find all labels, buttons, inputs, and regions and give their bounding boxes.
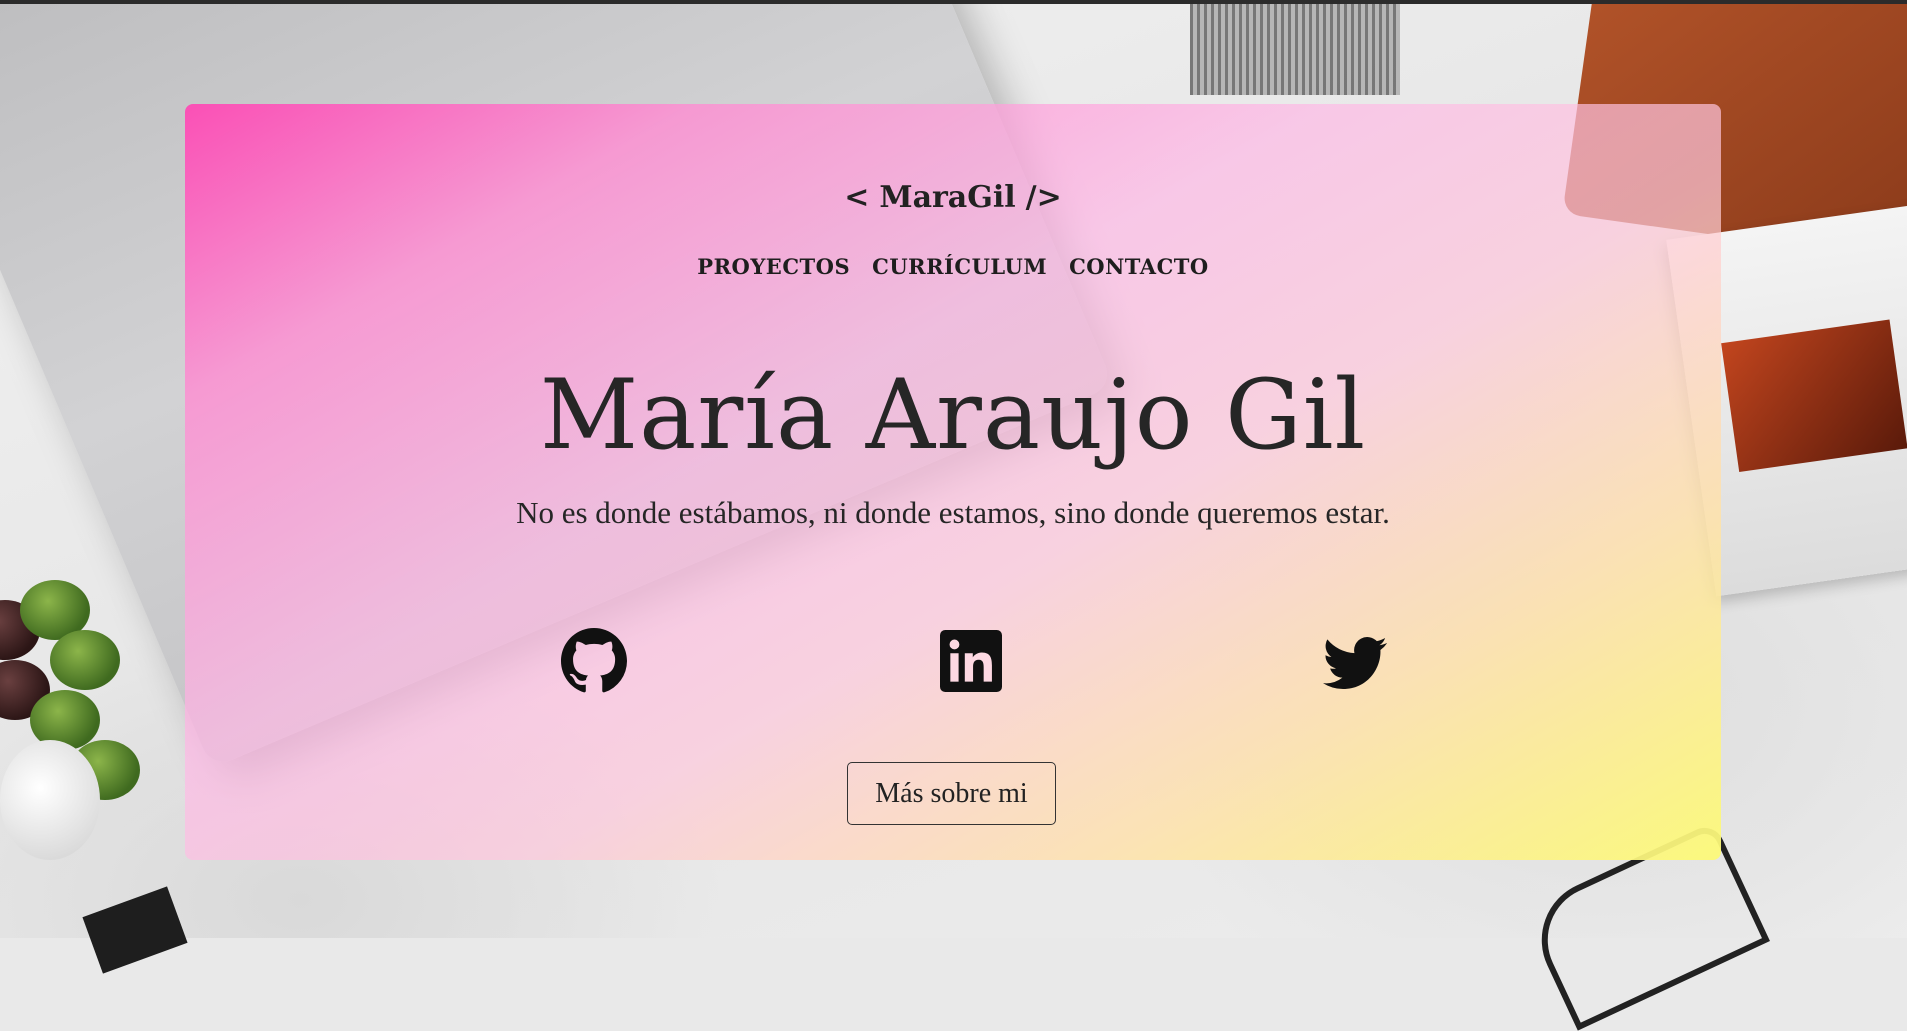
linkedin-icon[interactable] [940,630,1002,692]
nav-item-proyectos[interactable]: PROYECTOS [697,254,850,279]
logo-open-tag: < [844,179,870,215]
browser-top-edge [0,0,1907,4]
nav-item-curriculum[interactable]: CURRÍCULUM [872,254,1047,279]
page-title: María Araujo Gil [539,359,1367,471]
nav-item-contacto[interactable]: CONTACTO [1069,254,1209,279]
main-nav: PROYECTOS CURRÍCULUM CONTACTO [185,254,1721,279]
more-about-me-button[interactable]: Más sobre mi [847,762,1056,825]
logo-close-tag: /> [1025,179,1062,215]
notebook-image [82,886,188,974]
plant-image [0,560,150,860]
motto-text: No es donde estábamos, ni donde estamos,… [516,495,1390,530]
site-logo[interactable]: < MaraGil /> [185,172,1721,222]
social-links [185,628,1721,698]
github-icon[interactable] [561,628,627,694]
logo-text: MaraGil [879,179,1016,215]
hero-card: < MaraGil /> PROYECTOS CURRÍCULUM CONTAC… [185,104,1721,860]
twitter-icon[interactable] [1323,631,1387,695]
pen-holder-image [1190,0,1400,95]
